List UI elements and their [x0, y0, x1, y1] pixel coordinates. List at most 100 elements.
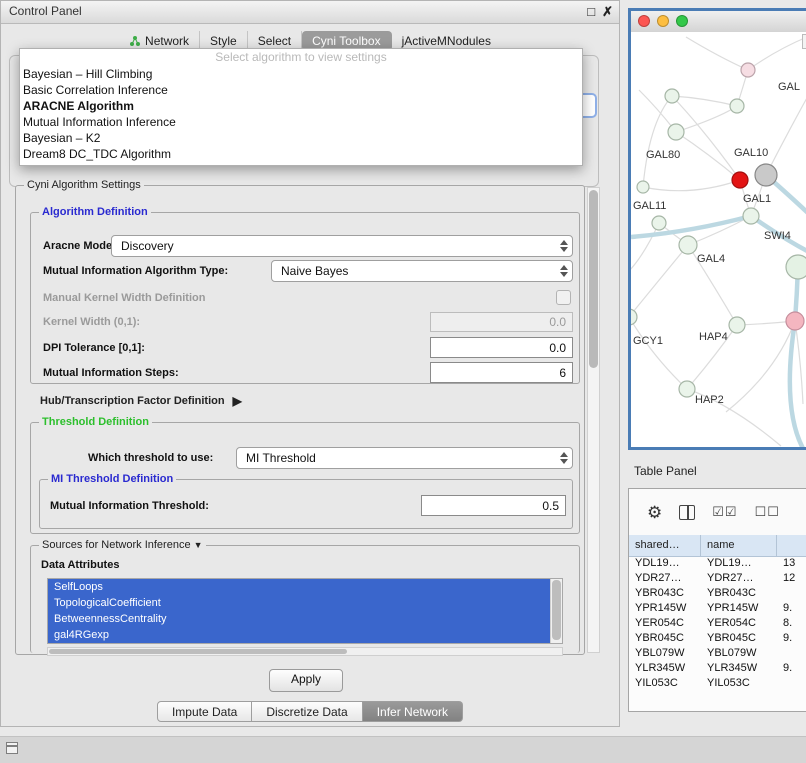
attribute-list-item[interactable]: TopologicalCoefficient: [48, 595, 562, 611]
network-edge[interactable]: [766, 87, 806, 175]
network-node[interactable]: [729, 317, 745, 333]
table-cell: 12: [777, 571, 806, 586]
float-window-icon[interactable]: □: [587, 5, 595, 19]
attributes-hscrollbar[interactable]: [47, 647, 563, 656]
tab-label: Cyni Toolbox: [312, 34, 380, 48]
apply-button[interactable]: Apply: [269, 669, 343, 692]
table-cell: YIL053C: [629, 676, 701, 691]
mac-close-button[interactable]: [638, 15, 650, 27]
stepper-icon: [560, 265, 568, 277]
table-row[interactable]: YER054CYER054C8.: [629, 616, 806, 631]
table-row[interactable]: YDL19…YDL19…13: [629, 556, 806, 571]
attribute-list-item[interactable]: BetweennessCentrality: [48, 611, 562, 627]
hub-definition-toggle[interactable]: Hub/Transcription Factor Definition ▶: [40, 394, 242, 408]
network-node[interactable]: [743, 208, 759, 224]
aracne-mode-combobox[interactable]: Discovery: [111, 235, 573, 257]
network-graph[interactable]: GALGAL80GAL10GAL11GAL1SWI4GAL4GCY1HAP4HA…: [631, 32, 806, 447]
dpi-tolerance-input[interactable]: [430, 337, 573, 358]
network-node[interactable]: [679, 381, 695, 397]
dropdown-item[interactable]: ARACNE Algorithm: [20, 98, 582, 114]
network-edge[interactable]: [748, 37, 806, 70]
network-node[interactable]: [741, 63, 755, 77]
dropdown-item[interactable]: Basic Correlation Inference: [20, 82, 582, 98]
network-edge[interactable]: [795, 321, 803, 404]
tab-label: Select: [258, 34, 291, 48]
mac-minimize-button[interactable]: [657, 15, 669, 27]
which-threshold-value: MI Threshold: [246, 451, 316, 465]
network-edge[interactable]: [631, 216, 751, 237]
table-cell: 8.: [777, 616, 806, 631]
which-threshold-combobox[interactable]: MI Threshold: [236, 447, 573, 469]
close-icon[interactable]: ✗: [602, 5, 613, 19]
chevron-down-icon[interactable]: ▼: [194, 540, 203, 550]
attribute-list-item[interactable]: SelfLoops: [48, 579, 562, 595]
mi-steps-input[interactable]: [430, 362, 573, 383]
table-row[interactable]: YBR043CYBR043C: [629, 586, 806, 601]
which-threshold-label: Which threshold to use:: [88, 452, 213, 464]
dock-panel-icon[interactable]: [6, 742, 18, 754]
bottom-tab-infer-network[interactable]: Infer Network: [363, 701, 463, 722]
network-node[interactable]: [652, 216, 666, 230]
node-label-gal11: GAL11: [633, 200, 666, 212]
network-canvas[interactable]: GALGAL80GAL10GAL11GAL1SWI4GAL4GCY1HAP4HA…: [631, 32, 806, 447]
column-header[interactable]: [777, 535, 806, 556]
network-edge[interactable]: [643, 180, 740, 191]
bottom-tab-impute-data[interactable]: Impute Data: [157, 701, 252, 722]
network-edge[interactable]: [686, 37, 748, 70]
node-label-gcy1: GCY1: [633, 335, 663, 347]
mac-zoom-button[interactable]: [676, 15, 688, 27]
network-edge[interactable]: [726, 321, 795, 412]
node-label-gal1: GAL1: [743, 193, 771, 205]
bottom-tab-discretize-data[interactable]: Discretize Data: [252, 701, 362, 722]
dpi-tolerance-label: DPI Tolerance [0,1]:: [43, 342, 145, 354]
column-header[interactable]: shared…: [629, 535, 701, 556]
network-edge[interactable]: [672, 96, 737, 106]
network-edge[interactable]: [672, 96, 740, 180]
deselect-all-icon[interactable]: ☐☐: [755, 504, 780, 520]
table-row[interactable]: YPR145WYPR145W9.: [629, 601, 806, 616]
network-node[interactable]: [730, 99, 744, 113]
network-edge[interactable]: [631, 223, 659, 272]
table-cell: 9.: [777, 661, 806, 676]
table-row[interactable]: YBR045CYBR045C9.: [629, 631, 806, 646]
table-row[interactable]: YDR27…YDR27…12: [629, 571, 806, 586]
network-edge[interactable]: [676, 132, 740, 180]
network-edge[interactable]: [631, 317, 687, 389]
network-node[interactable]: [665, 89, 679, 103]
dropdown-item[interactable]: Bayesian – K2: [20, 130, 582, 146]
attribute-list-item[interactable]: gal4RGexp: [48, 627, 562, 643]
table-cell: [777, 586, 806, 601]
hub-definition-label: Hub/Transcription Factor Definition: [40, 395, 225, 407]
network-edge[interactable]: [631, 245, 688, 317]
table-row[interactable]: YBL079WYBL079W: [629, 646, 806, 661]
dropdown-item[interactable]: Bayesian – Hill Climbing: [20, 66, 582, 82]
gear-icon[interactable]: ⚙: [647, 504, 662, 521]
network-node[interactable]: [637, 181, 649, 193]
settings-scrollbar[interactable]: [587, 187, 600, 653]
threshold-definition-group: Threshold Definition Which threshold to …: [30, 422, 580, 534]
bottom-tabs: Impute DataDiscretize DataInfer Network: [1, 701, 619, 722]
table-row[interactable]: YLR345WYLR345W9.: [629, 661, 806, 676]
network-node[interactable]: [668, 124, 684, 140]
attributes-scrollbar[interactable]: [550, 579, 562, 643]
dropdown-item[interactable]: Mutual Information Inference: [20, 114, 582, 130]
mi-type-combobox[interactable]: Naive Bayes: [271, 260, 573, 282]
column-header[interactable]: name: [701, 535, 777, 556]
columns-icon[interactable]: [679, 505, 695, 520]
mi-threshold-input[interactable]: [421, 495, 566, 516]
network-node[interactable]: [786, 255, 806, 279]
dropdown-item[interactable]: Dream8 DC_TDC Algorithm: [20, 146, 582, 162]
table-cell: 13: [777, 556, 806, 571]
table-row[interactable]: YIL053CYIL053C: [629, 676, 806, 691]
network-node[interactable]: [679, 236, 697, 254]
network-node[interactable]: [732, 172, 748, 188]
network-node[interactable]: [631, 309, 637, 325]
scrollbar-stub[interactable]: [802, 34, 806, 49]
kernel-width-input[interactable]: [430, 312, 573, 332]
table-cell: YBR043C: [629, 586, 701, 601]
network-node[interactable]: [786, 312, 804, 330]
manual-kernel-checkbox[interactable]: [556, 290, 571, 305]
network-node[interactable]: [755, 164, 777, 186]
select-all-icon[interactable]: ☑☑: [712, 504, 737, 520]
scrollbar-thumb[interactable]: [589, 190, 598, 368]
